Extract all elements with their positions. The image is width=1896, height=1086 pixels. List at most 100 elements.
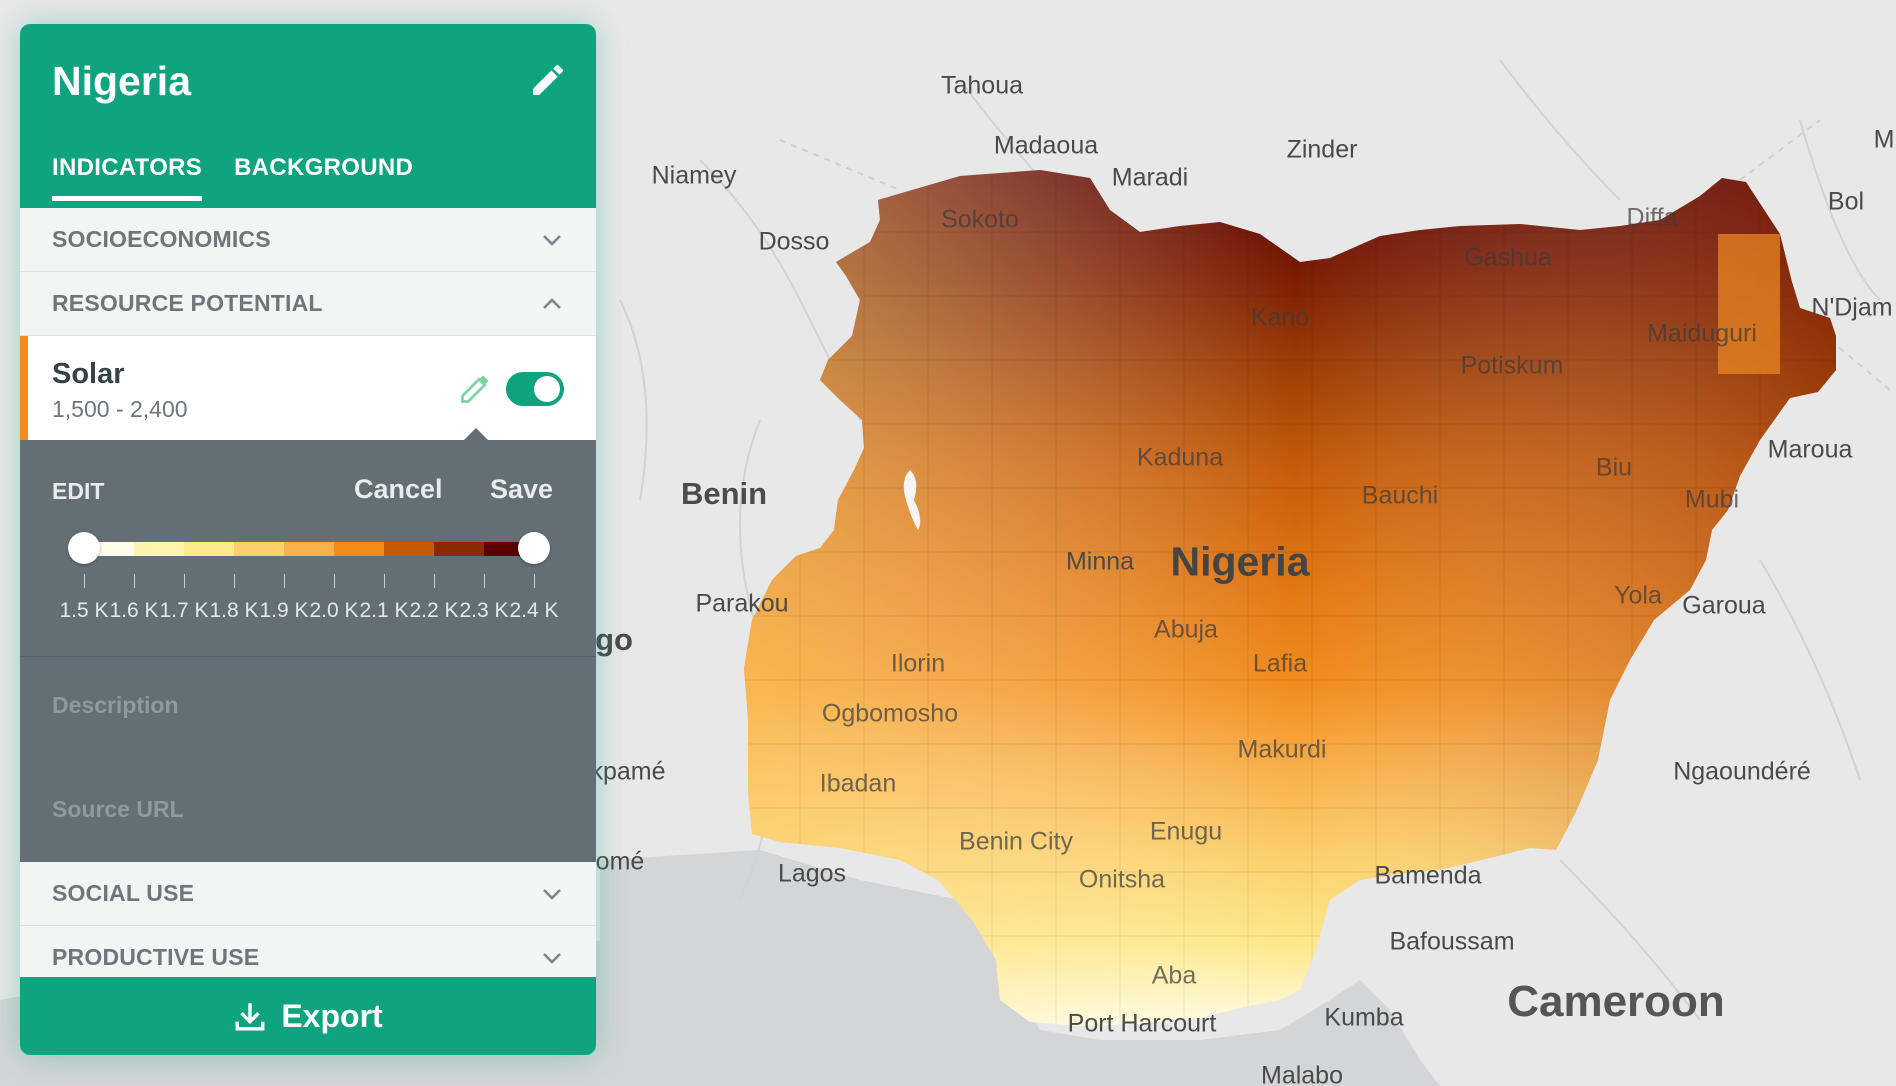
edit-panel: EDIT Cancel Save 1.5 K 1.6 K 1.7 K 1.8 K 1.9… <box>20 428 596 862</box>
place-kano: Kano <box>1250 303 1310 332</box>
place-ngaoundere: Ngaoundéré <box>1673 757 1811 786</box>
section-social-use[interactable]: SOCIAL USE <box>20 862 596 926</box>
place-bamenda: Bamenda <box>1374 861 1482 890</box>
place-kaduna: Kaduna <box>1136 443 1224 472</box>
place-parakou: Parakou <box>695 589 789 618</box>
place-bol: Bol <box>1827 187 1865 216</box>
scale-tick <box>334 574 335 588</box>
place-maroua: Maroua <box>1767 435 1853 464</box>
place-diffa: Diffa <box>1626 203 1678 232</box>
place-lome: omé <box>595 847 645 876</box>
export-label: Export <box>281 997 383 1034</box>
layer-toggle[interactable] <box>506 372 564 406</box>
panel-header: Nigeria INDICATORS BACKGROUND <box>20 24 596 208</box>
toggle-knob <box>534 376 560 402</box>
place-benin-city: Benin City <box>959 827 1073 856</box>
scale-segment <box>184 542 234 556</box>
export-button[interactable]: Export <box>20 977 596 1055</box>
place-partial-m: M <box>1873 125 1895 154</box>
tab-background[interactable]: BACKGROUND <box>234 154 413 201</box>
scale-segment <box>284 542 334 556</box>
scale-segment <box>234 542 284 556</box>
edit-caret <box>464 428 488 440</box>
place-gashua: Gashua <box>1464 243 1552 272</box>
pencil-icon <box>533 64 564 95</box>
place-enugu: Enugu <box>1149 817 1223 846</box>
place-onitsha: Onitsha <box>1078 865 1166 894</box>
place-minna: Minna <box>1065 547 1135 576</box>
download-icon <box>235 1003 265 1031</box>
save-button[interactable]: Save <box>490 474 553 505</box>
place-lafia: Lafia <box>1252 649 1308 678</box>
place-dosso: Dosso <box>758 227 830 256</box>
page-title: Nigeria <box>52 58 191 104</box>
place-yola: Yola <box>1614 581 1662 610</box>
scale-tick <box>534 574 535 588</box>
section-label: PRODUCTIVE USE <box>52 944 260 970</box>
scale-tick-label: 2.1 K <box>359 599 409 622</box>
place-ndjamena: N'Djam <box>1811 293 1893 322</box>
place-bafoussam: Bafoussam <box>1389 927 1515 956</box>
scale-tick <box>134 574 135 588</box>
place-kpame: kpamé <box>590 757 666 786</box>
place-lagos: Lagos <box>777 859 847 888</box>
scale-tick-label: 1.9 K <box>259 599 309 622</box>
scale-segment <box>384 542 434 556</box>
section-label: SOCIAL USE <box>52 880 195 906</box>
place-aba: Aba <box>1151 961 1197 990</box>
place-mubi: Mubi <box>1684 485 1740 514</box>
scale-tick-label: 1.5 K <box>59 599 109 622</box>
section-label: RESOURCE POTENTIAL <box>52 290 323 316</box>
scale-tick <box>434 574 435 588</box>
scale-tick-label: 2.4 K <box>509 599 559 622</box>
place-bauchi: Bauchi <box>1361 481 1439 510</box>
color-scale <box>84 542 534 556</box>
edit-title-button[interactable] <box>528 60 568 100</box>
place-sokoto: Sokoto <box>941 205 1019 234</box>
place-ilorin: Ilorin <box>890 649 946 678</box>
chevron-down-icon <box>543 888 561 900</box>
place-madaoua: Madaoua <box>993 131 1099 160</box>
section-socioeconomics[interactable]: SOCIOECONOMICS <box>20 208 596 272</box>
scale-segment <box>334 542 384 556</box>
layer-item-solar[interactable]: Solar 1,500 - 2,400 <box>20 336 596 440</box>
source-url-field[interactable]: Source URL <box>52 796 184 823</box>
place-makurdi: Makurdi <box>1237 735 1327 764</box>
scale-tick <box>484 574 485 588</box>
scale-segment <box>134 542 184 556</box>
scale-tick-label: 1.7 K <box>159 599 209 622</box>
pencil-icon <box>461 375 489 403</box>
place-malabo: Malabo <box>1261 1061 1343 1086</box>
scale-tick <box>234 574 235 588</box>
scale-tick-label: 1.6 K <box>109 599 159 622</box>
tab-indicators[interactable]: INDICATORS <box>52 154 203 201</box>
range-handle-max[interactable] <box>518 532 550 564</box>
scale-tick-label: 2.3 K <box>459 599 509 622</box>
scale-tick-label: 1.8 K <box>209 599 259 622</box>
place-garoua: Garoua <box>1682 591 1766 620</box>
country-cameroon: Cameroon <box>1507 977 1725 1026</box>
place-tahoua: Tahoua <box>940 71 1024 100</box>
indicator-panel: Nigeria INDICATORS BACKGROUND SOCIOECONO… <box>20 24 596 1055</box>
edit-label: EDIT <box>52 478 105 504</box>
section-resource-potential[interactable]: RESOURCE POTENTIAL <box>20 272 596 336</box>
layer-range: 1,500 - 2,400 <box>52 396 188 422</box>
place-biu: Biu <box>1595 453 1633 482</box>
cancel-button[interactable]: Cancel <box>354 474 443 505</box>
country-benin: Benin <box>680 476 768 511</box>
place-niamey: Niamey <box>651 161 737 190</box>
scale-tick <box>84 574 85 588</box>
divider <box>20 656 596 657</box>
section-label: SOCIOECONOMICS <box>52 226 271 252</box>
description-field[interactable]: Description <box>52 692 179 719</box>
country-nigeria: Nigeria <box>1170 538 1310 585</box>
place-kumba: Kumba <box>1324 1003 1404 1032</box>
scale-tick <box>384 574 385 588</box>
chevron-down-icon <box>543 234 561 246</box>
scale-tick <box>184 574 185 588</box>
range-handle-min[interactable] <box>68 532 100 564</box>
edit-layer-button[interactable] <box>458 370 494 406</box>
place-potiskum: Potiskum <box>1460 351 1564 380</box>
scale-tick <box>284 574 285 588</box>
scale-segment <box>434 542 484 556</box>
